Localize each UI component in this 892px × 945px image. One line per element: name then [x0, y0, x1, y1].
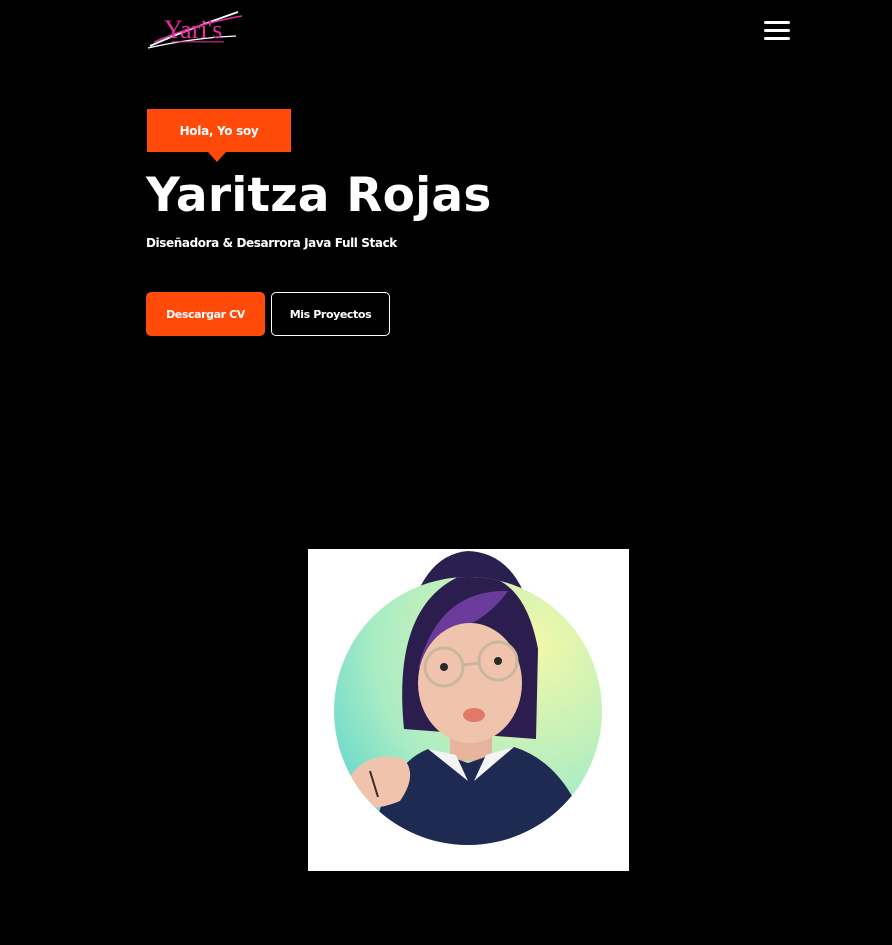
menu-bar	[764, 37, 790, 40]
hero-subtitle: Diseñadora & Desarrora Java Full Stack	[146, 236, 397, 250]
menu-bar	[764, 21, 790, 24]
page: Yari's Hola, Yo soy Yaritza Rojas Diseña…	[0, 0, 892, 945]
download-cv-button[interactable]: Descargar CV	[146, 292, 265, 336]
brand-logo[interactable]: Yari's	[146, 8, 244, 52]
my-projects-button[interactable]: Mis Proyectos	[271, 292, 390, 336]
hamburger-menu-icon[interactable]	[763, 19, 791, 43]
menu-bar	[764, 29, 790, 32]
greeting-badge: Hola, Yo soy	[147, 109, 291, 162]
profile-photo	[308, 549, 629, 871]
hero-name: Yaritza Rojas	[146, 168, 492, 223]
logo-text: Yari's	[164, 15, 222, 44]
